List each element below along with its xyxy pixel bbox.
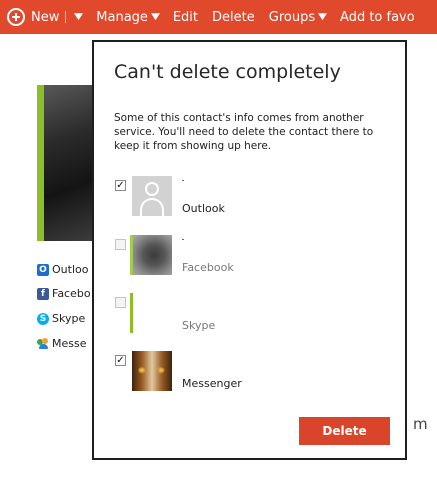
new-label: New bbox=[31, 9, 60, 25]
facebook-icon: f bbox=[37, 287, 49, 300]
account-checkbox-skype[interactable] bbox=[115, 297, 126, 308]
delete-command[interactable]: Delete bbox=[212, 10, 255, 25]
skype-avatar bbox=[130, 293, 172, 333]
facebook-avatar bbox=[130, 235, 172, 275]
groups-menu[interactable]: Groups ▼ bbox=[268, 9, 328, 25]
service-label: Outloo bbox=[52, 263, 89, 276]
add-icon[interactable] bbox=[7, 8, 25, 26]
service-label: Facebo bbox=[52, 287, 91, 300]
edit-button[interactable]: Edit bbox=[173, 10, 198, 25]
service-link-messenger[interactable]: Messe bbox=[37, 337, 87, 350]
photo-accent-bar bbox=[37, 85, 44, 241]
dialog-title: Can't delete completely bbox=[114, 61, 341, 83]
manage-label: Manage bbox=[96, 9, 148, 25]
account-name-placeholder bbox=[182, 180, 184, 181]
contact-photo bbox=[37, 85, 97, 241]
service-label: Messe bbox=[52, 337, 87, 350]
service-link-facebook[interactable]: f Facebo bbox=[37, 287, 91, 300]
new-button[interactable]: New ▼ bbox=[31, 9, 83, 25]
account-row-skype: Skype bbox=[115, 293, 375, 333]
account-checkbox-messenger[interactable]: ✓ bbox=[115, 355, 126, 366]
default-avatar-icon bbox=[132, 176, 172, 216]
cant-delete-dialog: Can't delete completely Some of this con… bbox=[92, 40, 407, 460]
service-label: Skype bbox=[52, 312, 86, 325]
chevron-down-icon: ▼ bbox=[150, 12, 160, 22]
separator bbox=[65, 11, 67, 23]
account-row-messenger: ✓ Messenger bbox=[115, 351, 375, 391]
delete-command-label: Delete bbox=[212, 9, 255, 25]
account-label-skype: Skype bbox=[182, 319, 216, 332]
account-label-facebook: Facebook bbox=[182, 261, 234, 274]
manage-menu[interactable]: Manage ▼ bbox=[96, 9, 160, 25]
messenger-avatar bbox=[132, 351, 172, 391]
outlook-icon: O bbox=[37, 263, 49, 276]
account-label-outlook: Outlook bbox=[182, 202, 225, 215]
chevron-down-icon[interactable]: ▼ bbox=[74, 12, 83, 22]
account-checkbox-outlook[interactable]: ✓ bbox=[115, 180, 126, 191]
account-row-outlook: ✓ Outlook bbox=[115, 176, 375, 216]
background-text: m bbox=[413, 415, 428, 433]
service-link-outlook[interactable]: O Outloo bbox=[37, 263, 88, 276]
skype-icon: S bbox=[37, 312, 49, 325]
account-row-facebook: Facebook bbox=[115, 235, 375, 275]
edit-label: Edit bbox=[172, 9, 199, 25]
add-to-favorites-button[interactable]: Add to favo bbox=[340, 10, 415, 25]
account-name-placeholder bbox=[182, 239, 184, 240]
delete-button[interactable]: Delete bbox=[299, 417, 390, 445]
service-link-skype[interactable]: S Skype bbox=[37, 312, 85, 325]
account-checkbox-facebook[interactable] bbox=[115, 239, 126, 250]
account-label-messenger: Messenger bbox=[182, 377, 242, 390]
groups-label: Groups bbox=[268, 9, 316, 25]
add-to-favorites-label: Add to favo bbox=[340, 9, 415, 25]
command-bar: New ▼ Manage ▼ Edit Delete Groups ▼ Add … bbox=[0, 0, 437, 34]
messenger-icon bbox=[37, 337, 49, 350]
dialog-message: Some of this contact's info comes from a… bbox=[114, 112, 374, 152]
chevron-down-icon: ▼ bbox=[318, 12, 328, 22]
